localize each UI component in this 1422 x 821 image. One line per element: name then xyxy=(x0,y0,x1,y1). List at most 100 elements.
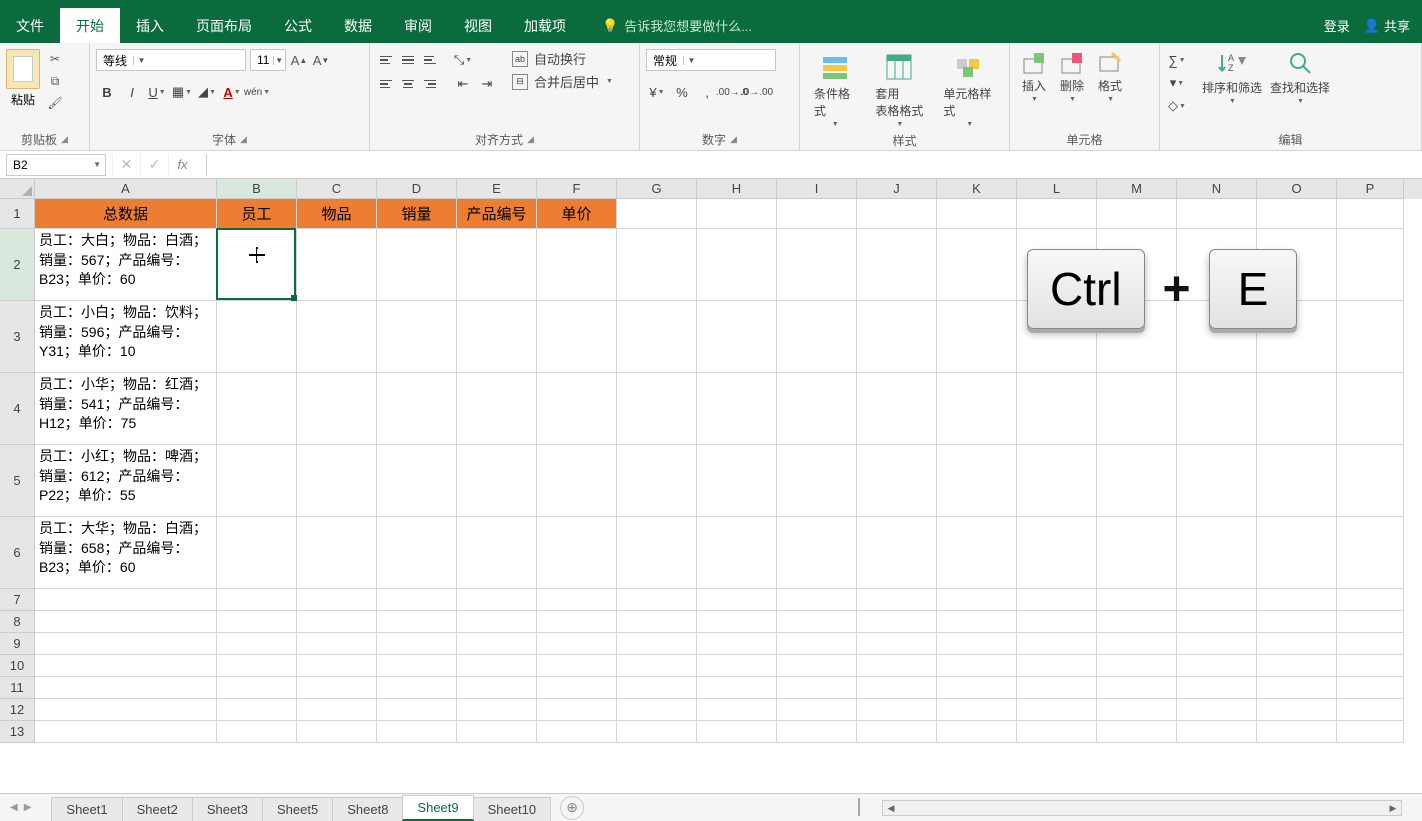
chevron-down-icon[interactable]: ▼ xyxy=(93,160,101,169)
chevron-down-icon[interactable]: ▼ xyxy=(683,56,699,65)
menu-tab-0[interactable]: 文件 xyxy=(0,8,60,43)
cell[interactable] xyxy=(777,373,857,445)
cell[interactable] xyxy=(937,229,1017,301)
increase-decimal-button[interactable]: .00→.0 xyxy=(721,81,743,103)
sort-filter-button[interactable]: AZ 排序和筛选▼ xyxy=(1202,49,1262,105)
cell[interactable] xyxy=(457,373,537,445)
cell[interactable] xyxy=(1337,677,1404,699)
cell[interactable] xyxy=(617,699,697,721)
cell[interactable] xyxy=(1337,589,1404,611)
cell[interactable] xyxy=(857,611,937,633)
cell[interactable] xyxy=(297,517,377,589)
italic-button[interactable]: I xyxy=(121,81,143,103)
conditional-format-button[interactable]: 条件格式▼ xyxy=(806,49,863,130)
dialog-launcher-icon[interactable]: ◢ xyxy=(240,134,247,145)
sheet-tab[interactable]: Sheet9 xyxy=(402,795,473,821)
cell[interactable] xyxy=(1337,633,1404,655)
formula-input[interactable] xyxy=(206,154,1422,176)
dialog-launcher-icon[interactable]: ◢ xyxy=(730,134,737,145)
cell[interactable] xyxy=(617,589,697,611)
cell[interactable] xyxy=(617,655,697,677)
align-center-button[interactable] xyxy=(398,73,418,95)
cell[interactable] xyxy=(1177,677,1257,699)
cell[interactable] xyxy=(377,301,457,373)
column-header[interactable]: J xyxy=(857,179,937,199)
chevron-down-icon[interactable]: ▼ xyxy=(133,56,149,65)
cell[interactable] xyxy=(697,229,777,301)
align-bottom-button[interactable] xyxy=(420,49,440,71)
cell[interactable] xyxy=(937,721,1017,743)
sheet-tab[interactable]: Sheet2 xyxy=(122,797,193,821)
share-button[interactable]: 👤 共享 xyxy=(1364,16,1410,35)
cell[interactable] xyxy=(1337,199,1404,229)
merge-center-button[interactable]: ⊟合并后居中▼ xyxy=(512,72,613,91)
cell[interactable] xyxy=(1257,699,1337,721)
cell[interactable] xyxy=(1257,199,1337,229)
cell[interactable] xyxy=(35,589,217,611)
cell[interactable] xyxy=(697,655,777,677)
cell[interactable] xyxy=(1337,301,1404,373)
cell[interactable] xyxy=(697,721,777,743)
column-header[interactable]: B xyxy=(217,179,297,199)
cell[interactable] xyxy=(217,611,297,633)
cell[interactable] xyxy=(537,517,617,589)
cell[interactable] xyxy=(35,633,217,655)
cell[interactable] xyxy=(777,445,857,517)
signin-link[interactable]: 登录 xyxy=(1324,16,1350,35)
cell[interactable] xyxy=(1257,373,1337,445)
align-right-button[interactable] xyxy=(420,73,440,95)
cell[interactable] xyxy=(697,517,777,589)
cell[interactable] xyxy=(857,301,937,373)
decrease-decimal-button[interactable]: .0→.00 xyxy=(746,81,768,103)
comma-style-button[interactable]: , xyxy=(696,81,718,103)
cell[interactable] xyxy=(217,721,297,743)
cell[interactable] xyxy=(297,229,377,301)
phonetic-button[interactable]: wén▼ xyxy=(246,81,268,103)
cell[interactable] xyxy=(217,655,297,677)
align-middle-button[interactable] xyxy=(398,49,418,71)
format-cells-button[interactable]: 格式▼ xyxy=(1092,49,1128,105)
tab-nav-next[interactable]: ▶ xyxy=(24,802,32,813)
column-header[interactable]: D xyxy=(377,179,457,199)
wrap-text-button[interactable]: ab自动换行 xyxy=(512,49,613,68)
cell[interactable] xyxy=(777,699,857,721)
cell[interactable] xyxy=(217,517,297,589)
number-format-combo[interactable]: 常规▼ xyxy=(646,49,776,71)
bold-button[interactable]: B xyxy=(96,81,118,103)
column-header[interactable]: K xyxy=(937,179,1017,199)
cell[interactable] xyxy=(857,589,937,611)
cell[interactable] xyxy=(217,699,297,721)
cell[interactable] xyxy=(297,655,377,677)
cell[interactable] xyxy=(377,633,457,655)
row-header[interactable]: 8 xyxy=(0,611,35,633)
increase-font-button[interactable]: A▲ xyxy=(290,51,308,69)
cell[interactable] xyxy=(697,445,777,517)
row-header[interactable]: 10 xyxy=(0,655,35,677)
cell[interactable] xyxy=(537,445,617,517)
sheet-tab[interactable]: Sheet10 xyxy=(473,797,551,821)
paste-button[interactable]: 粘贴 xyxy=(6,49,40,108)
insert-cells-button[interactable]: 插入▼ xyxy=(1016,49,1052,105)
column-header[interactable]: G xyxy=(617,179,697,199)
sheet-tab[interactable]: Sheet8 xyxy=(332,797,403,821)
cell[interactable] xyxy=(1177,373,1257,445)
increase-indent-button[interactable]: ⇥ xyxy=(476,73,498,95)
cell[interactable] xyxy=(1177,517,1257,589)
cell[interactable] xyxy=(697,373,777,445)
cell[interactable] xyxy=(857,445,937,517)
column-header[interactable]: I xyxy=(777,179,857,199)
cell[interactable] xyxy=(537,699,617,721)
cell[interactable] xyxy=(857,677,937,699)
cell[interactable] xyxy=(457,655,537,677)
align-left-button[interactable] xyxy=(376,73,396,95)
cell[interactable] xyxy=(1257,589,1337,611)
row-header[interactable]: 2 xyxy=(0,229,35,301)
cell[interactable] xyxy=(35,611,217,633)
cell[interactable] xyxy=(1177,721,1257,743)
clear-button[interactable]: ◇▼ xyxy=(1166,95,1188,117)
cell[interactable]: 员工：大白；物品：白酒；销量：567；产品编号：B23；单价：60 xyxy=(35,229,217,301)
cell[interactable] xyxy=(1257,655,1337,677)
cell[interactable] xyxy=(377,445,457,517)
font-name-combo[interactable]: 等线▼ xyxy=(96,49,246,71)
cell[interactable] xyxy=(697,677,777,699)
